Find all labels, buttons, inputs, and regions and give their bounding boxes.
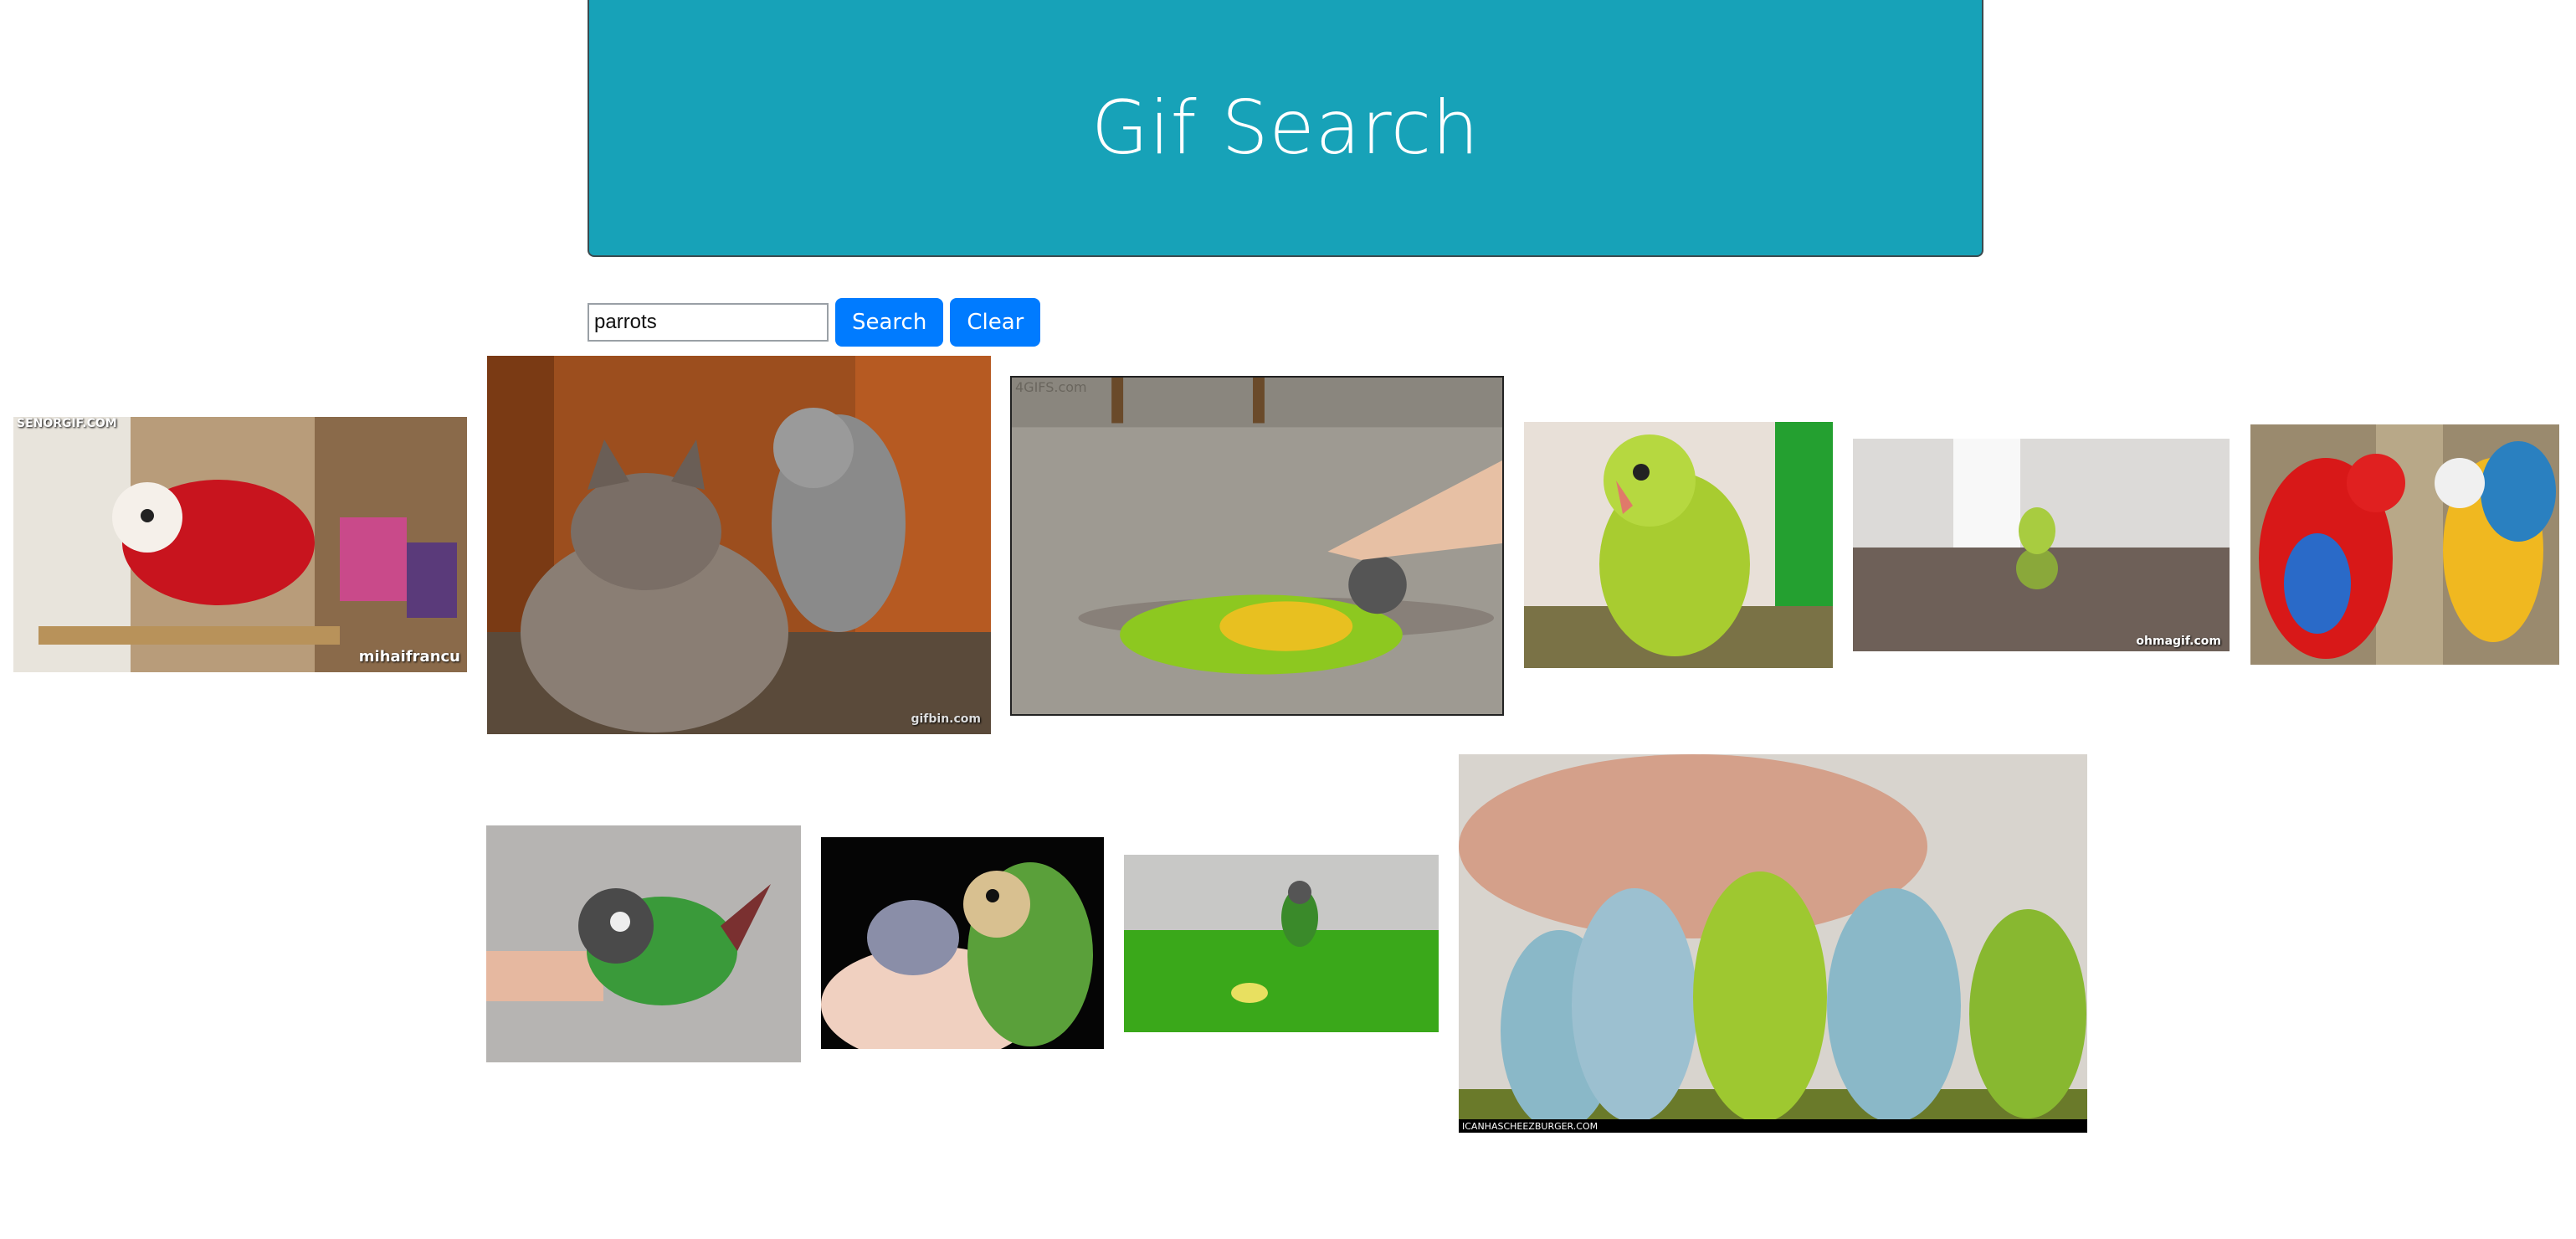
search-bar: Search Clear: [588, 298, 1041, 347]
search-button[interactable]: Search: [835, 298, 944, 347]
gif-conure-image: [486, 825, 801, 1062]
gif-result[interactable]: [1124, 855, 1439, 1032]
gif-result[interactable]: [2250, 424, 2559, 665]
gif-parrot-red-image: [13, 417, 467, 672]
gif-result[interactable]: 4GIFS.com: [1010, 376, 1504, 716]
gif-macaws-image: [2250, 424, 2559, 665]
gif-result[interactable]: ICANHASCHEEZBURGER.COM: [1459, 754, 2087, 1133]
header-banner: Gif Search: [588, 0, 1983, 257]
gif-result[interactable]: [1524, 422, 1833, 668]
gif-budgie-ball-image: [1853, 439, 2230, 651]
search-input[interactable]: [588, 303, 829, 342]
gif-result[interactable]: [486, 825, 801, 1062]
gif-watermark: mihaifrancu: [358, 648, 460, 666]
gif-result[interactable]: ohmagif.com: [1853, 439, 2230, 651]
gif-cat-parrot-image: [487, 356, 991, 734]
gif-watermark: SENORGIF.COM: [17, 417, 117, 430]
gif-parrot-playing-dead-image: [1012, 378, 1502, 714]
gif-parrotlets-image: [1459, 754, 2087, 1133]
gif-green-floor-image: [1124, 855, 1439, 1032]
clear-button[interactable]: Clear: [950, 298, 1041, 347]
gif-watermark: 4GIFS.com: [1015, 379, 1087, 395]
gif-watermark: gifbin.com: [911, 712, 981, 726]
gif-watermark: ohmagif.com: [2136, 635, 2221, 648]
page-title: Gif Search: [1091, 85, 1480, 171]
gif-result[interactable]: gifbin.com: [487, 356, 991, 734]
gif-green-parrot-image: [1524, 422, 1833, 668]
gif-result[interactable]: [821, 837, 1104, 1049]
gif-baby-parrot-image: [821, 837, 1104, 1049]
gif-watermark: ICANHASCHEEZBURGER.COM: [1462, 1121, 1598, 1132]
gif-result[interactable]: SENORGIF.COM mihaifrancu: [13, 417, 467, 672]
